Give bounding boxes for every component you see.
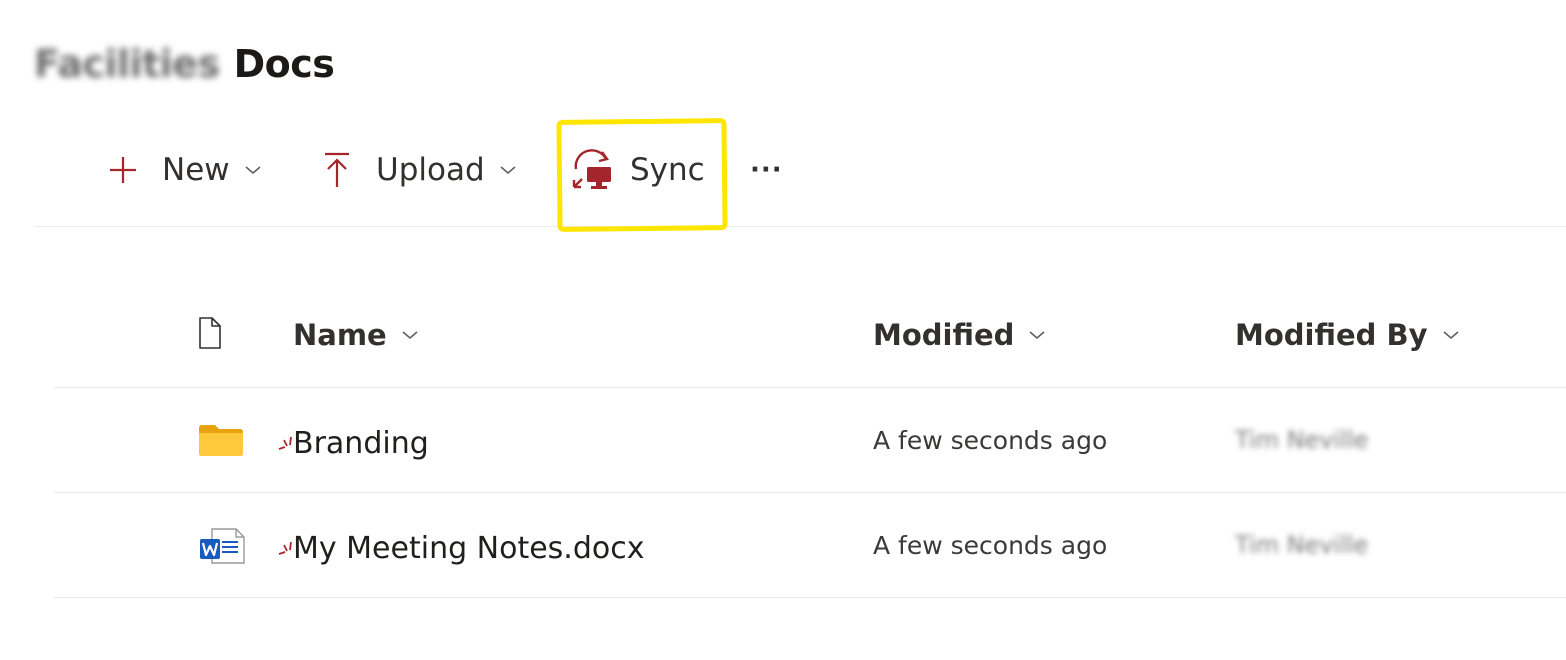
modified-by-cell: Tim Neville <box>1235 493 1368 597</box>
new-label: New <box>162 152 230 188</box>
new-item-icon <box>277 430 297 465</box>
title-main: Docs <box>233 42 335 86</box>
modified-by-cell: Tim Neville <box>1235 388 1368 492</box>
file-name-label: My Meeting Notes.docx <box>293 530 645 566</box>
modified-by-value-blurred[interactable]: Tim Neville <box>1235 531 1368 559</box>
document-library: Facilities Docs New Upload Sync ··· Name… <box>0 0 1566 660</box>
file-name-cell: Branding <box>278 388 429 492</box>
modified-cell: A few seconds ago <box>873 388 1107 492</box>
modified-value: A few seconds ago <box>873 425 1108 455</box>
table-row[interactable]: My Meeting Notes.docx A few seconds ago … <box>54 493 1566 598</box>
chevron-down-icon <box>401 329 419 341</box>
modified-column-header[interactable]: Modified <box>873 282 1046 387</box>
plus-icon <box>108 155 138 185</box>
name-header-label: Name <box>293 317 387 352</box>
page-title: Facilities Docs <box>34 38 335 90</box>
modified-by-value-blurred[interactable]: Tim Neville <box>1235 426 1368 454</box>
file-name-label: Branding <box>293 425 429 461</box>
new-item-icon <box>277 535 297 570</box>
table-row[interactable]: Branding A few seconds ago Tim Neville <box>54 388 1566 493</box>
modified-by-column-header[interactable]: Modified By <box>1235 282 1460 387</box>
list-header-row: Name Modified Modified By <box>54 282 1566 388</box>
upload-label: Upload <box>376 152 485 188</box>
sync-highlight-annotation <box>556 118 728 232</box>
more-icon: ··· <box>750 155 783 185</box>
modified-header-label: Modified <box>873 317 1015 352</box>
file-name-link[interactable]: My Meeting Notes.docx <box>278 525 645 566</box>
modified-value: A few seconds ago <box>873 530 1108 560</box>
modified-by-header-label: Modified By <box>1235 317 1428 352</box>
name-column-header[interactable]: Name <box>293 282 419 387</box>
more-button[interactable]: ··· <box>750 140 783 200</box>
upload-icon <box>322 151 352 189</box>
file-name-link[interactable]: Branding <box>278 420 429 461</box>
file-name-cell: My Meeting Notes.docx <box>278 493 645 597</box>
word-file-icon <box>198 493 248 597</box>
title-prefix-blurred: Facilities <box>34 42 220 86</box>
file-type-icon <box>198 316 222 354</box>
chevron-down-icon <box>1442 329 1460 341</box>
upload-button[interactable]: Upload <box>322 140 517 200</box>
folder-icon <box>198 388 248 492</box>
file-type-column-header[interactable] <box>198 282 248 387</box>
modified-cell: A few seconds ago <box>873 493 1107 597</box>
file-list: Name Modified Modified By Branding A few… <box>54 282 1566 598</box>
command-bar: New Upload Sync ··· <box>34 140 1566 227</box>
chevron-down-icon <box>499 164 517 176</box>
chevron-down-icon <box>244 164 262 176</box>
chevron-down-icon <box>1028 329 1046 341</box>
new-button[interactable]: New <box>108 140 262 200</box>
